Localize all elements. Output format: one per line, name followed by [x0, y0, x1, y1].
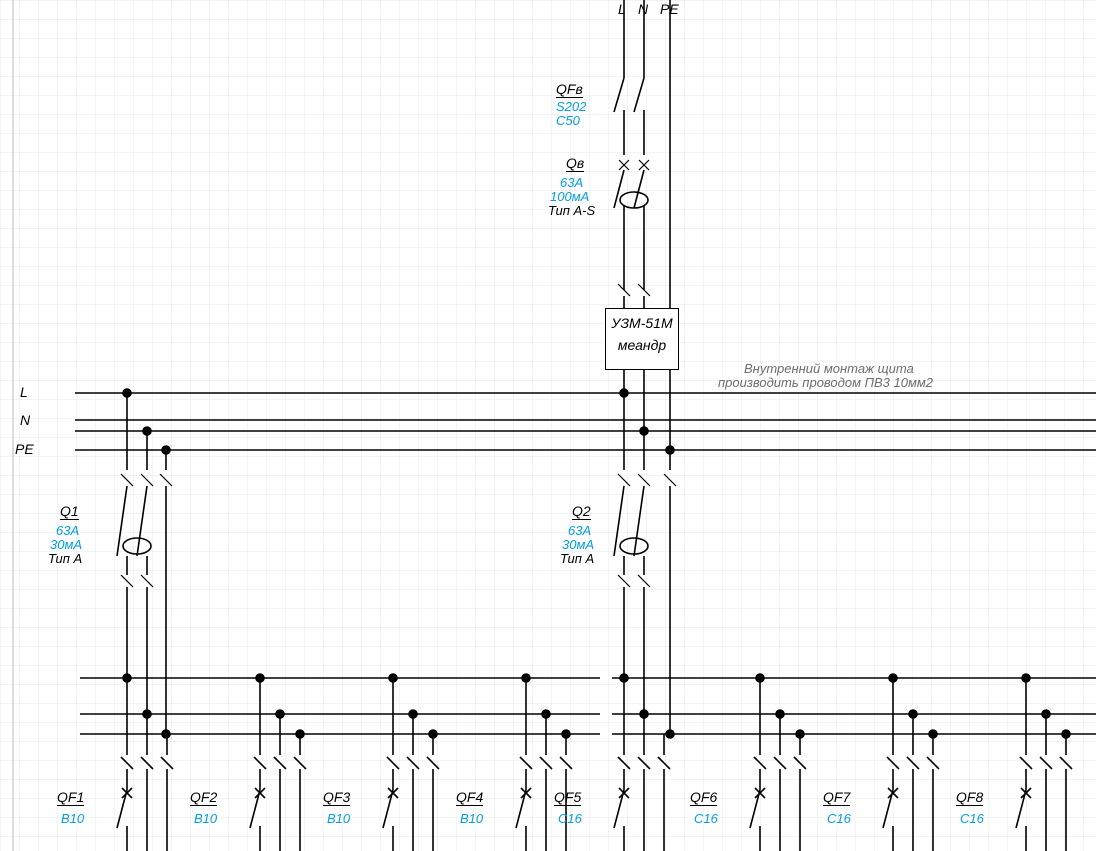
branch-spec-QF8: C16: [960, 812, 984, 826]
q1-id: Q1: [60, 504, 79, 520]
qfv-s2: C50: [556, 114, 580, 128]
branch-id-QF6: QF6: [690, 790, 717, 806]
branch-spec-QF7: C16: [827, 812, 851, 826]
qv-type: Тип A-S: [548, 204, 595, 218]
left-L: L: [20, 385, 28, 400]
diagram-stage: УЗМ-51М меандр L N PE L N PE QFв S202 C5…: [0, 0, 1096, 851]
note-2: производить проводом ПВ3 10мм2: [718, 376, 933, 390]
branch-spec-QF6: C16: [694, 812, 718, 826]
branch-id-QF5: QF5: [554, 790, 581, 806]
branch-id-QF1: QF1: [57, 790, 84, 806]
branch-spec-QF3: B10: [327, 812, 350, 826]
q2-id: Q2: [572, 504, 591, 520]
top-PE: PE: [660, 2, 679, 17]
branch-id-QF2: QF2: [190, 790, 217, 806]
branch-spec-QF5: C16: [558, 812, 582, 826]
branch-id-QF3: QF3: [323, 790, 350, 806]
branch-spec-QF4: B10: [460, 812, 483, 826]
top-L: L: [618, 2, 626, 17]
branch-id-QF4: QF4: [456, 790, 483, 806]
q1-type: Тип A: [48, 552, 82, 566]
schematic-svg: [0, 0, 1096, 851]
branch-id-QF7: QF7: [823, 790, 850, 806]
branch-spec-QF1: B10: [61, 812, 84, 826]
left-N: N: [20, 413, 30, 428]
qv-id: Qв: [566, 156, 584, 172]
uzm-box: УЗМ-51М меандр: [605, 308, 679, 370]
uzm-line1: УЗМ-51М: [606, 315, 678, 331]
qfv-id: QFв: [556, 82, 583, 98]
uzm-line2: меандр: [606, 337, 678, 353]
branch-spec-QF2: B10: [194, 812, 217, 826]
top-N: N: [638, 2, 648, 17]
q2-type: Тип A: [560, 552, 594, 566]
left-PE: PE: [15, 442, 34, 457]
branch-id-QF8: QF8: [956, 790, 983, 806]
